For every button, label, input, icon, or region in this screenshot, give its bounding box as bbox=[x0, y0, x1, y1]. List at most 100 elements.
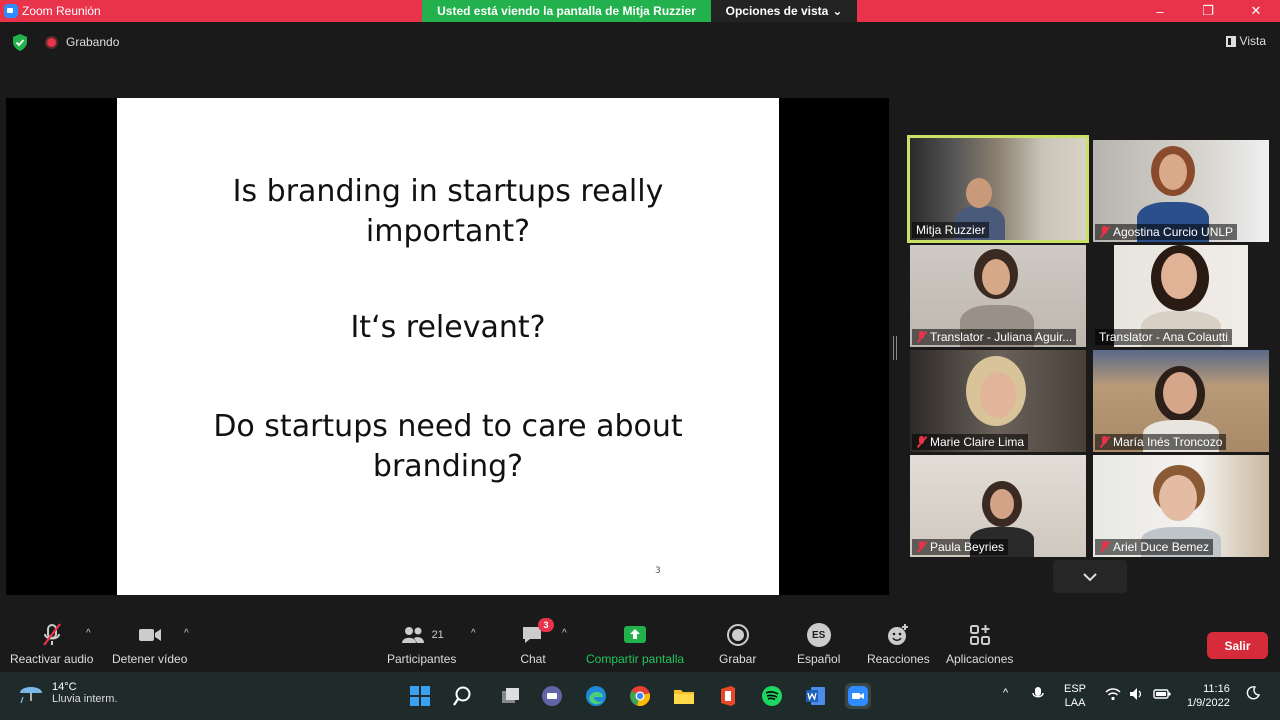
security-shield-icon[interactable] bbox=[12, 34, 28, 51]
task-view-icon[interactable] bbox=[497, 683, 523, 709]
spotify-icon[interactable] bbox=[759, 683, 785, 709]
video-tile[interactable]: Agostina Curcio UNLP bbox=[1093, 140, 1269, 242]
share-banner: Usted está viendo la pantalla de Mitja R… bbox=[422, 0, 711, 22]
video-tile[interactable]: Mitja Ruzzier bbox=[907, 135, 1089, 243]
slide-question-3: Do startups need to care about branding? bbox=[213, 409, 683, 484]
language-icon: ES bbox=[806, 622, 831, 648]
search-icon[interactable] bbox=[451, 683, 477, 709]
layout-icon bbox=[1225, 35, 1236, 47]
muted-mic-icon bbox=[916, 541, 927, 553]
muted-mic-icon bbox=[916, 436, 927, 448]
recording-icon bbox=[45, 36, 58, 49]
participants-count: 21 bbox=[431, 629, 444, 641]
participant-name: María Inés Troncozo bbox=[1095, 434, 1227, 450]
video-tile[interactable]: Ariel Duce Bemez bbox=[1093, 455, 1269, 557]
muted-mic-icon bbox=[916, 331, 927, 343]
participants-icon: 21 bbox=[400, 622, 444, 648]
participant-name: Agostina Curcio UNLP bbox=[1095, 224, 1238, 240]
view-button[interactable]: Vista bbox=[1225, 34, 1266, 48]
view-options-label: Opciones de vista bbox=[725, 4, 829, 18]
apps-icon bbox=[967, 622, 993, 648]
app-title: Zoom Reunión bbox=[0, 4, 101, 18]
participants-options-caret[interactable]: ^ bbox=[471, 628, 476, 639]
stop-video-button[interactable]: Detener vídeo bbox=[112, 622, 187, 666]
video-tile[interactable]: Marie Claire Lima bbox=[910, 350, 1086, 452]
chat-options-caret[interactable]: ^ bbox=[562, 628, 567, 639]
audio-options-caret[interactable]: ^ bbox=[86, 628, 91, 639]
office-icon[interactable] bbox=[715, 683, 741, 709]
minimize-button[interactable]: – bbox=[1136, 0, 1184, 22]
apps-button[interactable]: Aplicaciones bbox=[946, 622, 1013, 666]
presentation-slide: Is branding in startups really important… bbox=[117, 98, 779, 595]
chrome-browser-icon[interactable] bbox=[627, 683, 653, 709]
smiley-icon bbox=[885, 622, 911, 648]
clock-date: 1/9/2022 bbox=[1187, 697, 1230, 709]
teams-chat-icon[interactable] bbox=[539, 683, 565, 709]
video-tile[interactable]: Translator - Juliana Aguir... bbox=[910, 245, 1086, 347]
video-options-caret[interactable]: ^ bbox=[184, 628, 189, 639]
close-button[interactable]: ✕ bbox=[1232, 0, 1280, 22]
slide-page-number: 3 bbox=[655, 566, 661, 576]
muted-mic-icon bbox=[1099, 541, 1110, 553]
participant-name: Translator - Juliana Aguir... bbox=[912, 329, 1077, 345]
record-icon bbox=[725, 622, 751, 648]
participants-button[interactable]: 21 Participantes bbox=[387, 622, 456, 666]
chat-badge: 3 bbox=[538, 618, 554, 632]
scroll-down-button[interactable] bbox=[1053, 560, 1127, 593]
edge-browser-icon[interactable] bbox=[583, 683, 609, 709]
shared-screen: Is branding in startups really important… bbox=[6, 98, 889, 595]
weather-widget[interactable]: 14°C Lluvia interm. bbox=[18, 681, 117, 705]
muted-mic-icon bbox=[1099, 226, 1110, 238]
word-icon[interactable] bbox=[803, 683, 829, 709]
windows-taskbar: 14°C Lluvia interm. ^ ESP LAA 11:16 1/9/… bbox=[0, 672, 1280, 720]
slide-question-1: Is branding in startups really important… bbox=[232, 174, 664, 249]
language-button[interactable]: ES Español bbox=[797, 622, 840, 666]
chevron-down-icon bbox=[1083, 572, 1097, 581]
umbrella-rain-icon bbox=[20, 687, 42, 704]
leave-button[interactable]: Salir bbox=[1207, 632, 1268, 659]
view-label: Vista bbox=[1239, 34, 1266, 48]
file-explorer-icon[interactable] bbox=[671, 683, 697, 709]
share-screen-button[interactable]: Compartir pantalla bbox=[586, 622, 684, 666]
moon-icon[interactable] bbox=[1246, 686, 1261, 704]
weather-temp: 14°C bbox=[52, 681, 77, 693]
slide-question-2: It‘s relevant? bbox=[350, 310, 546, 345]
share-screen-icon bbox=[622, 622, 648, 648]
wifi-icon[interactable] bbox=[1105, 687, 1121, 705]
clock[interactable]: 11:16 1/9/2022 bbox=[1187, 682, 1230, 710]
meeting-toolbar: Reactivar audio ^ Detener vídeo ^ 21 Par… bbox=[0, 614, 1280, 672]
reactions-button[interactable]: Reacciones bbox=[867, 622, 930, 666]
participant-name: Paula Beyries bbox=[912, 539, 1009, 555]
panel-splitter[interactable] bbox=[893, 336, 897, 360]
battery-icon[interactable] bbox=[1153, 687, 1171, 705]
chat-icon: 3 bbox=[520, 618, 554, 648]
window-title: Zoom Reunión bbox=[22, 4, 101, 18]
zoom-app-icon[interactable] bbox=[845, 683, 871, 709]
zoom-logo-icon bbox=[4, 4, 18, 18]
participant-name: Marie Claire Lima bbox=[912, 434, 1029, 450]
chat-button[interactable]: 3 Chat bbox=[520, 618, 554, 666]
windows-start-icon[interactable] bbox=[407, 683, 433, 709]
muted-mic-icon bbox=[1099, 436, 1110, 448]
participant-name: Mitja Ruzzier bbox=[912, 222, 990, 238]
recording-label: Grabando bbox=[66, 35, 120, 49]
microphone-icon[interactable] bbox=[1031, 686, 1045, 706]
tray-expand-icon[interactable]: ^ bbox=[1003, 686, 1008, 700]
video-tile[interactable]: Paula Beyries bbox=[910, 455, 1086, 557]
view-options-button[interactable]: Opciones de vista ⌄ bbox=[711, 0, 857, 22]
participant-name: Translator - Ana Colautti bbox=[1095, 329, 1232, 345]
record-button[interactable]: Grabar bbox=[719, 622, 756, 666]
clock-time: 11:16 bbox=[1203, 683, 1230, 695]
chevron-down-icon: ⌄ bbox=[832, 4, 843, 18]
video-camera-icon bbox=[137, 622, 163, 648]
unmute-button[interactable]: Reactivar audio bbox=[10, 622, 93, 666]
meeting-info-bar: Grabando Vista bbox=[0, 22, 1280, 62]
muted-mic-icon bbox=[39, 622, 65, 648]
maximize-button[interactable]: ❐ bbox=[1184, 0, 1232, 22]
speaker-icon[interactable] bbox=[1129, 687, 1145, 705]
video-tile[interactable]: Translator - Ana Colautti bbox=[1093, 245, 1269, 347]
video-tile[interactable]: María Inés Troncozo bbox=[1093, 350, 1269, 452]
keyboard-language[interactable]: ESP LAA bbox=[1064, 682, 1086, 710]
weather-desc: Lluvia interm. bbox=[52, 693, 118, 705]
window-controls: – ❐ ✕ bbox=[1136, 0, 1280, 22]
